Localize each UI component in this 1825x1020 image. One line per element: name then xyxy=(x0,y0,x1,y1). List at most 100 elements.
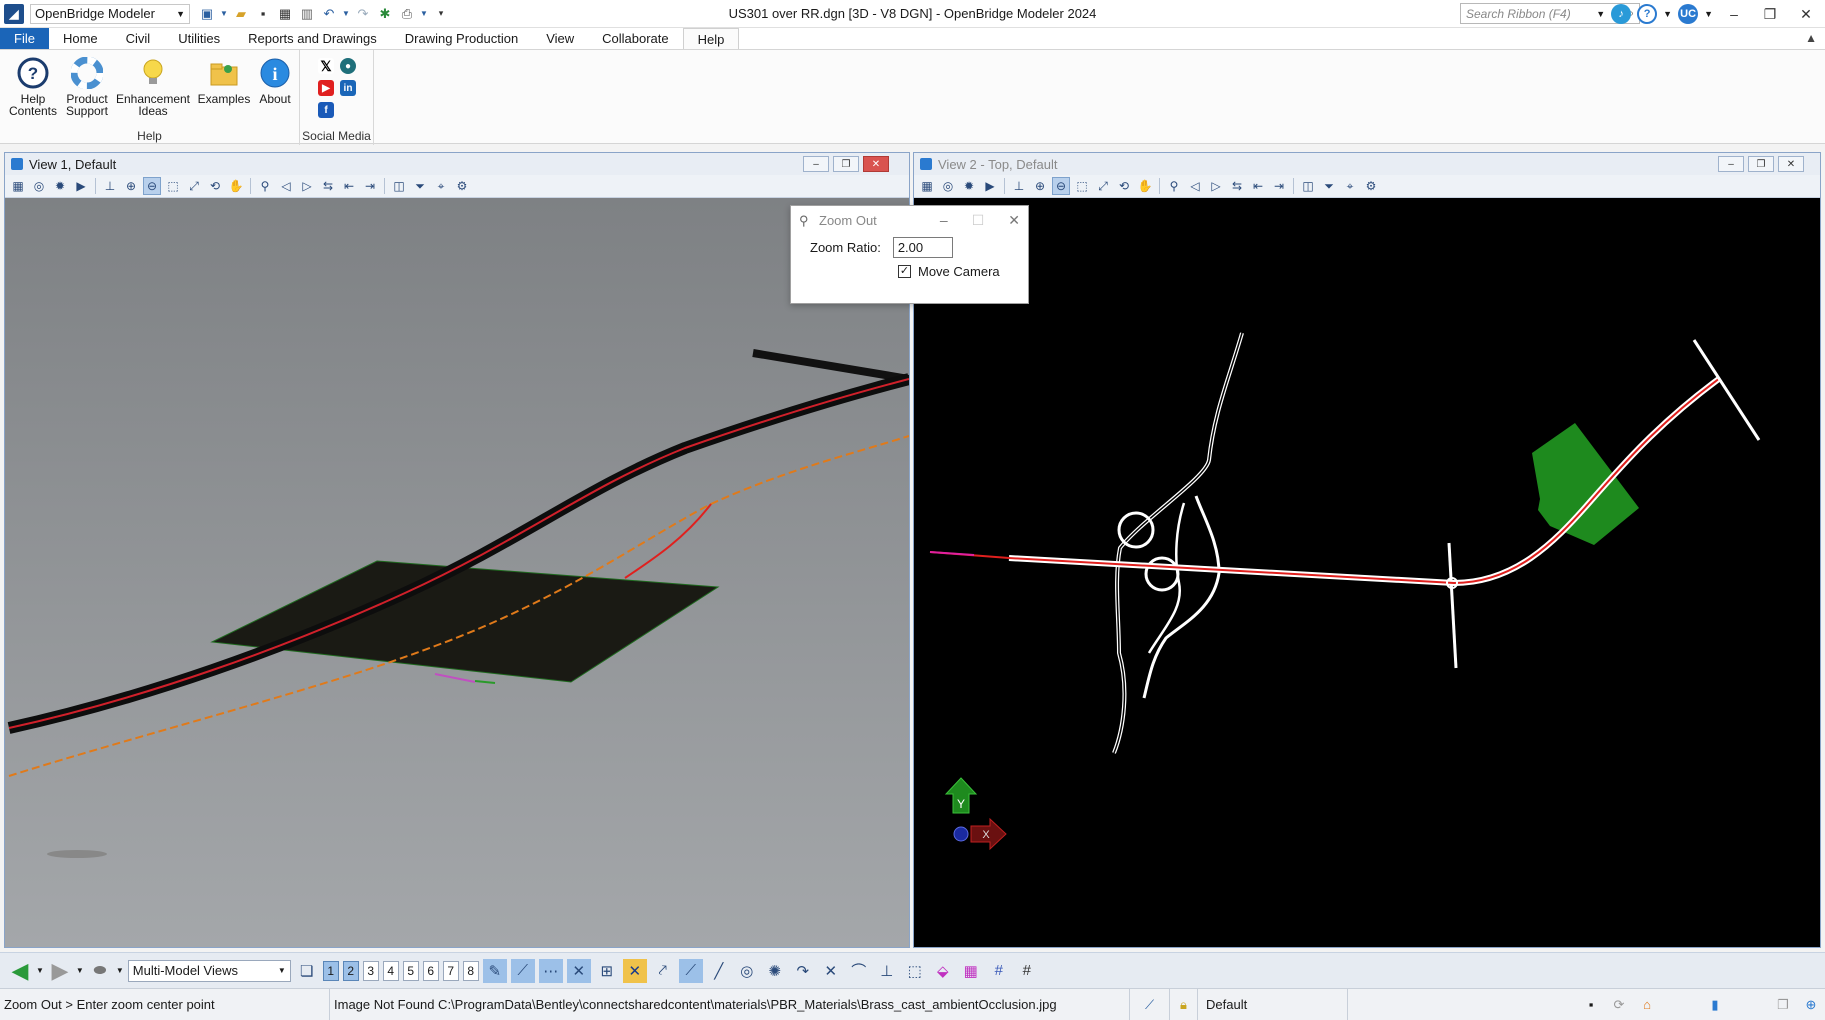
sync-icon[interactable]: ⟳ xyxy=(1605,989,1633,1020)
view-1-canvas[interactable] xyxy=(5,198,909,947)
grid-dark-icon[interactable]: # xyxy=(1015,959,1039,983)
new-file-icon[interactable]: ▣ xyxy=(198,5,216,23)
print-icon[interactable]: ⎙ xyxy=(398,5,416,23)
chevron-down-icon[interactable]: ▼ xyxy=(1704,9,1713,19)
view-attributes-icon[interactable]: ▦ xyxy=(9,177,27,195)
chevron-down-icon[interactable]: ▼ xyxy=(36,966,44,975)
view-toggle-4[interactable]: 4 xyxy=(382,960,399,981)
undo-icon[interactable]: ↶ xyxy=(320,5,338,23)
window-area-icon[interactable]: ⬚ xyxy=(164,177,182,195)
view-settings-icon[interactable]: ⚙ xyxy=(1362,177,1380,195)
minimize-icon[interactable]: – xyxy=(1718,156,1744,172)
zoom-out-icon[interactable]: ⊖ xyxy=(1052,177,1070,195)
previous-view-icon[interactable]: ◁ xyxy=(277,177,295,195)
youtube-icon[interactable]: ▶ xyxy=(318,80,334,96)
nearest-snap-icon[interactable]: ⤤ xyxy=(651,959,675,983)
rendering-icon[interactable]: ✹ xyxy=(51,177,69,195)
help-contents-button[interactable]: ? Help Contents xyxy=(8,56,58,117)
move-camera-checkbox[interactable]: ✓ xyxy=(898,264,911,278)
view-previous-icon[interactable]: ⇤ xyxy=(1249,177,1267,195)
clip-volume-icon[interactable]: ◫ xyxy=(390,177,408,195)
zoom-out-icon[interactable]: ⊖ xyxy=(143,177,161,195)
close-icon[interactable]: ✕ xyxy=(1778,156,1804,172)
filter-icon[interactable]: ⏷ xyxy=(1320,177,1338,195)
help-icon[interactable]: ? xyxy=(1637,4,1658,24)
tab-utilities[interactable]: Utilities xyxy=(164,28,234,49)
line-snap-icon[interactable]: ╱ xyxy=(707,959,731,983)
copy-view-icon[interactable]: ⇆ xyxy=(319,177,337,195)
origin-snap-icon[interactable]: ✺ xyxy=(763,959,787,983)
examples-button[interactable]: Examples xyxy=(196,56,252,105)
clip-volume-icon[interactable]: ◫ xyxy=(1299,177,1317,195)
active-level[interactable]: Default xyxy=(1198,988,1348,1020)
view-toggle-1[interactable]: 1 xyxy=(322,960,339,981)
rotate-view-icon[interactable]: ⟲ xyxy=(206,177,224,195)
view-display-icon[interactable]: ◎ xyxy=(30,177,48,195)
view-display-icon[interactable]: ◎ xyxy=(939,177,957,195)
save-all-icon[interactable]: ▦ xyxy=(276,5,294,23)
layout-icon[interactable]: ❐ xyxy=(1769,989,1797,1020)
tab-help[interactable]: Help xyxy=(682,28,740,49)
filter-icon[interactable]: ⏷ xyxy=(411,177,429,195)
notification-bell-icon[interactable]: ♪ xyxy=(1611,4,1632,24)
tab-reports-and-drawings[interactable]: Reports and Drawings xyxy=(234,28,391,49)
chevron-down-icon[interactable]: ▼ xyxy=(116,966,124,975)
fit-view-icon[interactable]: ⤢ xyxy=(185,177,203,195)
view-next-icon[interactable]: ⇥ xyxy=(1270,177,1288,195)
element-selection-icon[interactable]: ✕ xyxy=(622,958,647,983)
tab-view[interactable]: View xyxy=(532,28,588,49)
next-view-icon[interactable]: ▷ xyxy=(298,177,316,195)
view-toggle-5[interactable]: 5 xyxy=(402,960,419,981)
clip-mask-icon[interactable]: ⌖ xyxy=(432,177,450,195)
home-icon[interactable]: ⌂ xyxy=(1633,989,1661,1020)
x-twitter-icon[interactable]: 𝕏 xyxy=(318,58,334,74)
fence-icon[interactable]: ⬚ xyxy=(903,959,927,983)
zoom-in-icon[interactable]: ⊕ xyxy=(122,177,140,195)
level-display-icon[interactable]: ⬙ xyxy=(931,959,955,983)
chevron-down-icon[interactable]: ▼ xyxy=(1663,9,1672,19)
zoom-in-icon[interactable]: ⊕ xyxy=(1031,177,1049,195)
save-icon[interactable]: ▪ xyxy=(254,5,272,23)
view-2-window[interactable]: View 2 - Top, Default – ❐ ✕ ▦ ◎ ✹ ▶ ⊥ ⊕ … xyxy=(913,152,1821,948)
model-view-dropdown[interactable]: Multi-Model Views ▼ xyxy=(127,959,291,982)
user-avatar[interactable]: UC xyxy=(1678,4,1699,24)
view-toggle-6[interactable]: 6 xyxy=(422,960,439,981)
maximize-icon[interactable]: ❐ xyxy=(833,156,859,172)
copy-view-icon[interactable]: ⇆ xyxy=(1228,177,1246,195)
window-area-icon[interactable]: ⬚ xyxy=(1073,177,1091,195)
rotate-view-icon[interactable]: ⟲ xyxy=(1115,177,1133,195)
keypoint-icon[interactable]: ⋯ xyxy=(538,958,563,983)
update-view-icon[interactable]: ⊥ xyxy=(101,177,119,195)
forward-arrow-icon[interactable]: ▶ xyxy=(48,958,72,983)
product-support-button[interactable]: Product Support xyxy=(62,56,112,117)
view-toggle-3[interactable]: 3 xyxy=(362,960,379,981)
view-settings-icon[interactable]: ⚙ xyxy=(453,177,471,195)
cross-snap-icon[interactable]: ✕ xyxy=(819,959,843,983)
view-toggle-8[interactable]: 8 xyxy=(462,960,479,981)
chevron-down-icon[interactable]: ▼ xyxy=(1596,9,1605,19)
chevron-down-icon[interactable]: ▼ xyxy=(420,5,428,23)
maximize-icon[interactable]: ☐ xyxy=(972,212,985,229)
panel-icon[interactable]: ▮ xyxy=(1701,989,1729,1020)
view-2-canvas[interactable]: Y X xyxy=(914,198,1820,947)
collapse-ribbon-icon[interactable]: ▲ xyxy=(1805,31,1817,45)
minimize-icon[interactable]: – xyxy=(1719,0,1749,28)
save-settings-icon[interactable]: ▥ xyxy=(298,5,316,23)
maximize-icon[interactable]: ❐ xyxy=(1755,0,1785,28)
minimize-icon[interactable]: – xyxy=(803,156,829,172)
clip-mask-icon[interactable]: ⌖ xyxy=(1341,177,1359,195)
save-status-icon[interactable]: ▪ xyxy=(1577,989,1605,1020)
enhancement-ideas-button[interactable]: Enhancement Ideas xyxy=(116,56,190,117)
chevron-down-icon[interactable]: ▼ xyxy=(342,5,350,23)
back-arrow-icon[interactable]: ◀ xyxy=(8,958,32,983)
accudraw-status-icon[interactable]: ⟋ xyxy=(1130,988,1170,1020)
update-view-icon[interactable]: ⊥ xyxy=(1010,177,1028,195)
open-folder-icon[interactable]: ▰ xyxy=(232,5,250,23)
workflow-dropdown[interactable]: OpenBridge Modeler ▼ xyxy=(30,3,190,24)
arc-snap-icon[interactable]: ↷ xyxy=(791,959,815,983)
pan-view-icon[interactable]: ✋ xyxy=(227,177,245,195)
lock-icon[interactable]: 🔒︎ xyxy=(1170,988,1198,1020)
next-view-icon[interactable]: ▷ xyxy=(1207,177,1225,195)
accudraw-icon[interactable]: ✎ xyxy=(482,958,507,983)
fit-view-icon[interactable]: ⤢ xyxy=(1094,177,1112,195)
